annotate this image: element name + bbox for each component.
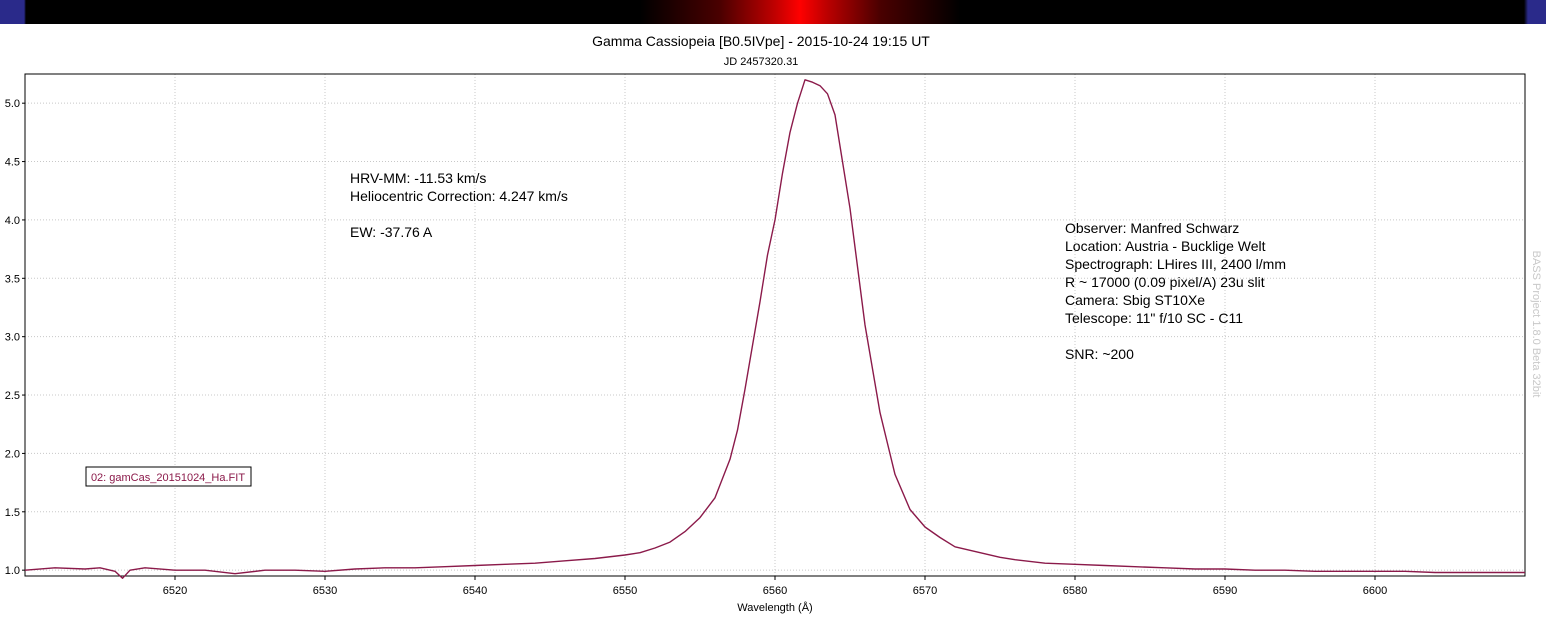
x-tick-label: 6600 (1363, 585, 1387, 597)
y-tick-label: 3.5 (5, 273, 20, 285)
x-tick-label: 6570 (913, 585, 937, 597)
y-tick-label: 2.0 (5, 448, 20, 460)
annotation-left-line: EW: -37.76 A (350, 224, 433, 240)
x-tick-label: 6550 (613, 585, 637, 597)
chart-title: Gamma Cassiopeia [B0.5IVpe] - 2015-10-24… (592, 33, 930, 49)
spectrum-chart: Gamma Cassiopeia [B0.5IVpe] - 2015-10-24… (5, 33, 1542, 614)
legend[interactable]: 02: gamCas_20151024_Ha.FIT (85, 466, 252, 487)
y-tick-label: 1.5 (5, 507, 20, 519)
annotation-right-line: Camera: Sbig ST10Xe (1065, 292, 1205, 308)
annotation-left: HRV-MM: -11.53 km/s Heliocentric Correcti… (350, 170, 568, 240)
annotation-right-line: Spectrograph: LHires III, 2400 l/mm (1065, 256, 1286, 272)
x-tick-label: 6520 (163, 585, 187, 597)
y-tick-label: 5.0 (5, 98, 20, 110)
y-tick-label: 3.0 (5, 332, 20, 344)
y-tick-label: 4.0 (5, 215, 20, 227)
x-tick-label: 6560 (763, 585, 787, 597)
y-tick-label: 2.5 (5, 390, 20, 402)
top-gradient-bar (0, 0, 1546, 24)
annotation-right-line: Observer: Manfred Schwarz (1065, 220, 1239, 236)
annotation-left-line: HRV-MM: -11.53 km/s (350, 170, 486, 186)
annotation-right-line: R ~ 17000 (0.09 pixel/A) 23u slit (1065, 274, 1265, 290)
y-tick-label: 1.0 (5, 565, 20, 577)
y-tick-label: 4.5 (5, 157, 20, 169)
x-axis-label: Wavelength (Å) (737, 601, 812, 614)
x-tick-label: 6590 (1213, 585, 1237, 597)
annotation-right-line: SNR: ~200 (1065, 346, 1134, 362)
x-tick-label: 6540 (463, 585, 487, 597)
legend-entry[interactable]: 02: gamCas_20151024_Ha.FIT (91, 472, 245, 484)
chart-subtitle: JD 2457320.31 (724, 56, 799, 68)
grid (25, 74, 1525, 576)
watermark: BASS Project 1.8.0 Beta 32bit (1530, 251, 1542, 398)
x-tick-label: 6580 (1063, 585, 1087, 597)
x-tick-label: 6530 (313, 585, 337, 597)
annotation-right-line: Telescope: 11" f/10 SC - C11 (1065, 310, 1243, 326)
annotation-left-line: Heliocentric Correction: 4.247 km/s (350, 188, 568, 204)
annotation-right-line: Location: Austria - Bucklige Welt (1065, 238, 1266, 254)
annotation-right: Observer: Manfred Schwarz Location: Austr… (1065, 220, 1286, 362)
